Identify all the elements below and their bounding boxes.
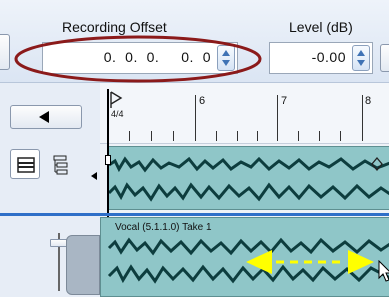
back-button[interactable] (10, 105, 82, 129)
level-field[interactable]: -0.00 (269, 42, 373, 74)
measure-6: 6 (199, 95, 206, 107)
track-header-panel (0, 83, 100, 297)
clip-end-marker-icon[interactable] (371, 157, 383, 171)
clip-name: Vocal (5.1.1.0) Take 1 (115, 222, 212, 233)
measure-7: 7 (281, 95, 288, 107)
track-separator (0, 213, 100, 216)
ruler-tick (257, 131, 258, 141)
playhead-handle[interactable] (105, 155, 111, 165)
spinner-up-icon[interactable] (357, 50, 365, 56)
mouse-cursor-icon (378, 260, 389, 282)
ruler-tick (195, 95, 196, 141)
ruler-tick (237, 131, 238, 141)
audio-clip-upper[interactable] (108, 146, 389, 210)
ruler-tick (277, 95, 278, 141)
ruler-tick (173, 131, 174, 141)
hierarchy-icon[interactable] (50, 155, 70, 175)
ruler-tick (151, 131, 152, 141)
timeline-ruler[interactable]: 4/4 6 7 8 (100, 83, 389, 144)
left-arrow-icon (39, 111, 49, 123)
ruler-tick (216, 131, 217, 141)
track-view-button[interactable] (10, 149, 40, 179)
spinner-down-icon[interactable] (357, 60, 365, 66)
toolbar-left-widget[interactable] (0, 34, 10, 70)
toolbar-right-widget[interactable] (380, 44, 389, 72)
waveform-upper (109, 156, 389, 202)
level-value: -0.00 (311, 49, 346, 65)
ruler-tick (298, 131, 299, 141)
annotation-ellipse (14, 35, 262, 83)
level-label: Level (dB) (289, 19, 353, 35)
collapse-arrow-icon[interactable] (91, 172, 97, 180)
clip-handle[interactable] (66, 235, 100, 295)
ruler-tick (129, 131, 130, 141)
ruler-tick (362, 95, 363, 141)
time-signature: 4/4 (111, 109, 124, 119)
level-spinner[interactable] (352, 45, 370, 71)
lanes-icon (17, 157, 35, 173)
measure-8: 8 (365, 95, 372, 107)
ruler-tick (319, 131, 320, 141)
drag-arrow-annotation (246, 250, 374, 274)
flag-icon (110, 91, 123, 108)
ruler-tick (340, 131, 341, 141)
track-separator-lane (100, 213, 389, 216)
